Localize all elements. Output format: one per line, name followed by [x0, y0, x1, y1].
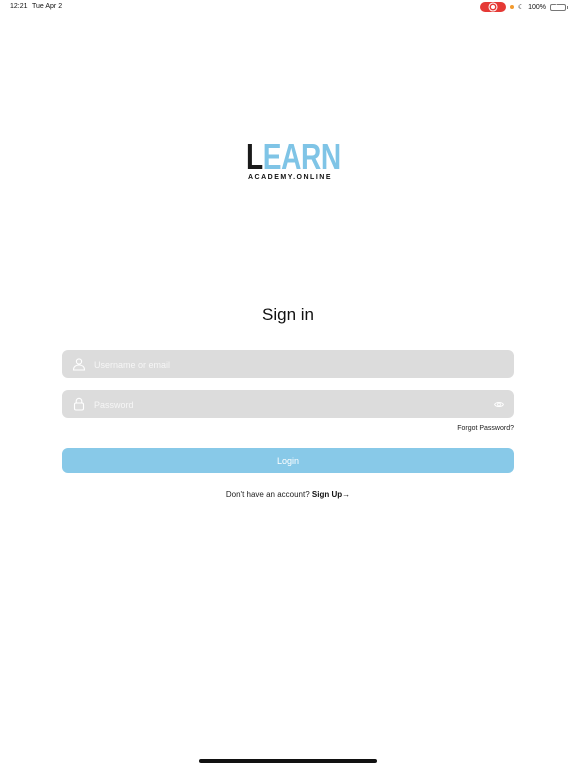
password-field[interactable]: [62, 390, 514, 420]
orange-indicator-icon: [509, 5, 514, 9]
user-icon: [72, 358, 86, 371]
screen-recording-icon[interactable]: [479, 2, 506, 12]
logo-wordmark: LEARN: [246, 136, 341, 177]
status-time: 12:21: [10, 3, 28, 10]
arrow-right-icon: →: [342, 490, 351, 499]
status-date: Tue Apr 2: [32, 3, 63, 10]
forgot-password-link[interactable]: Forgot Password?: [457, 425, 514, 432]
app-logo: LEARN ACADEMY.ONLINE: [246, 136, 341, 182]
signup-label: Sign Up: [311, 490, 343, 499]
battery-icon: ϟ: [550, 3, 568, 11]
status-bar: 12:21 Tue Apr 2 ☾ 100% ϟ: [0, 0, 576, 14]
page-title: Sign in: [262, 305, 314, 324]
lock-icon: [73, 397, 85, 411]
eye-icon[interactable]: [494, 400, 504, 409]
username-input[interactable]: [92, 350, 476, 380]
logo-subtitle: ACADEMY.ONLINE: [248, 174, 333, 181]
status-indicators: ☾ 100% ϟ: [479, 2, 568, 12]
signup-row: Don't have an account? Sign Up→: [0, 490, 576, 499]
battery-percent: 100%: [528, 3, 546, 11]
password-input[interactable]: [92, 390, 476, 420]
signup-link[interactable]: Sign Up→: [312, 490, 350, 499]
moon-icon: ☾: [517, 3, 525, 11]
login-button[interactable]: Login: [62, 448, 514, 473]
username-field[interactable]: [62, 350, 514, 380]
home-indicator[interactable]: [199, 759, 377, 763]
signup-prompt: Don't have an account?: [225, 490, 310, 499]
